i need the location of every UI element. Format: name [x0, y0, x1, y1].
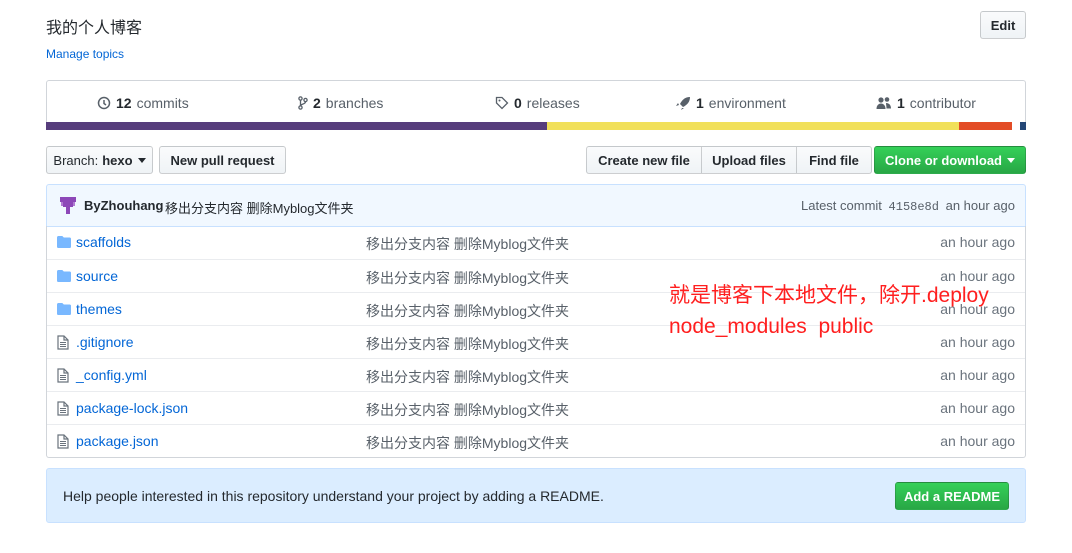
new-pull-request-button[interactable]: New pull request: [159, 146, 286, 174]
commit-message[interactable]: 移出分支内容 删除Myblog文件夹: [165, 198, 354, 217]
latest-commit-bar: ByZhouhang 移出分支内容 删除Myblog文件夹 Latest com…: [46, 184, 1026, 227]
environment-count: 1: [696, 95, 704, 111]
folder-icon: [57, 269, 71, 285]
file-name-link[interactable]: package-lock.json: [76, 400, 188, 416]
commit-author[interactable]: ByZhouhang: [84, 198, 163, 213]
environment-label: environment: [708, 95, 786, 111]
branch-select-button[interactable]: Branch: hexo: [46, 146, 153, 174]
language-segment[interactable]: [46, 122, 547, 130]
clone-label: Clone or download: [885, 152, 1002, 168]
language-segment[interactable]: [958, 122, 1013, 130]
edit-button[interactable]: Edit: [980, 11, 1026, 39]
file-commit-message[interactable]: 移出分支内容 删除Myblog文件夹: [366, 301, 569, 321]
upload-files-button[interactable]: Upload files: [701, 146, 797, 174]
repo-description: 我的个人博客: [46, 20, 143, 37]
annotation-line-1: 就是博客下本地文件，除开.deploy: [669, 284, 989, 307]
commits-label: commits: [136, 95, 189, 111]
readme-prompt-text: Help people interested in this repositor…: [63, 488, 604, 504]
file-name-link[interactable]: .gitignore: [76, 334, 134, 350]
commit-age: an hour ago: [945, 198, 1015, 213]
file-list: scaffolds 移出分支内容 删除Myblog文件夹 an hour ago so…: [46, 226, 1026, 458]
file-commit-message[interactable]: 移出分支内容 删除Myblog文件夹: [366, 400, 569, 420]
branches-count: 2: [313, 95, 321, 111]
caret-down-icon: [1007, 157, 1015, 163]
file-commit-message[interactable]: 移出分支内容 删除Myblog文件夹: [366, 334, 569, 354]
file-actions-group: Create new file Upload files Find file: [586, 146, 872, 174]
file-icon: [57, 335, 69, 353]
language-segment[interactable]: [1020, 122, 1026, 130]
file-icon: [57, 368, 69, 386]
contributor-label: contributor: [909, 95, 976, 111]
file-name-link[interactable]: scaffolds: [76, 234, 131, 250]
branches-link[interactable]: 2 branches: [298, 95, 383, 111]
annotation-note: 就是博客下本地文件，除开.deploy node_modules public: [669, 280, 989, 342]
language-bar[interactable]: [46, 122, 1026, 130]
commit-sha[interactable]: 4158e8d: [889, 200, 939, 214]
find-file-button[interactable]: Find file: [796, 146, 872, 174]
caret-down-icon: [137, 157, 146, 163]
tag-icon: [495, 96, 509, 110]
create-new-file-button[interactable]: Create new file: [586, 146, 702, 174]
file-age: an hour ago: [940, 433, 1015, 449]
file-icon: [57, 401, 69, 419]
contributor-link[interactable]: 1 contributor: [876, 95, 976, 111]
history-icon: [97, 96, 111, 110]
folder-icon: [57, 235, 71, 251]
file-row: package-lock.json 移出分支内容 删除Myblog文件夹 an ho…: [47, 391, 1025, 424]
releases-label: releases: [526, 95, 580, 111]
avatar[interactable]: [59, 196, 77, 214]
environment-link[interactable]: 1 environment: [675, 95, 786, 111]
file-commit-message[interactable]: 移出分支内容 删除Myblog文件夹: [366, 367, 569, 387]
latest-commit-info: Latest commit 4158e8d an hour ago: [801, 198, 1015, 214]
manage-topics-link[interactable]: Manage topics: [46, 47, 124, 61]
branch-name: hexo: [102, 152, 133, 168]
file-name-link[interactable]: _config.yml: [76, 367, 147, 383]
language-segment[interactable]: [546, 122, 959, 130]
file-age: an hour ago: [940, 400, 1015, 416]
file-name-link[interactable]: package.json: [76, 433, 159, 449]
file-row: package.json 移出分支内容 删除Myblog文件夹 an hour ag…: [47, 424, 1025, 457]
language-segment[interactable]: [1012, 122, 1021, 130]
readme-prompt: Help people interested in this repositor…: [46, 468, 1026, 523]
annotation-line-2: node_modules public: [669, 315, 874, 338]
add-readme-button[interactable]: Add a README: [895, 482, 1009, 510]
file-commit-message[interactable]: 移出分支内容 删除Myblog文件夹: [366, 268, 569, 288]
file-name-link[interactable]: source: [76, 268, 118, 284]
file-commit-message[interactable]: 移出分支内容 删除Myblog文件夹: [366, 433, 569, 453]
latest-commit-label: Latest commit: [801, 198, 882, 213]
branch-prefix: Branch:: [53, 152, 99, 168]
folder-icon: [57, 302, 71, 318]
file-row: _config.yml 移出分支内容 删除Myblog文件夹 an hour ago: [47, 358, 1025, 391]
file-icon: [57, 434, 69, 452]
contributor-count: 1: [897, 95, 905, 111]
commits-link[interactable]: 12 commits: [97, 95, 189, 111]
clone-or-download-button[interactable]: Clone or download: [874, 146, 1026, 174]
people-icon: [876, 97, 891, 109]
file-row: scaffolds 移出分支内容 删除Myblog文件夹 an hour ago: [47, 226, 1025, 259]
releases-link[interactable]: 0 releases: [495, 95, 580, 111]
file-age: an hour ago: [940, 367, 1015, 383]
releases-count: 0: [514, 95, 522, 111]
file-age: an hour ago: [940, 234, 1015, 250]
branches-label: branches: [325, 95, 384, 111]
file-name-link[interactable]: themes: [76, 301, 122, 317]
branch-icon: [298, 96, 308, 110]
rocket-icon: [676, 97, 690, 110]
file-commit-message[interactable]: 移出分支内容 删除Myblog文件夹: [366, 234, 569, 254]
commits-count: 12: [116, 95, 132, 111]
